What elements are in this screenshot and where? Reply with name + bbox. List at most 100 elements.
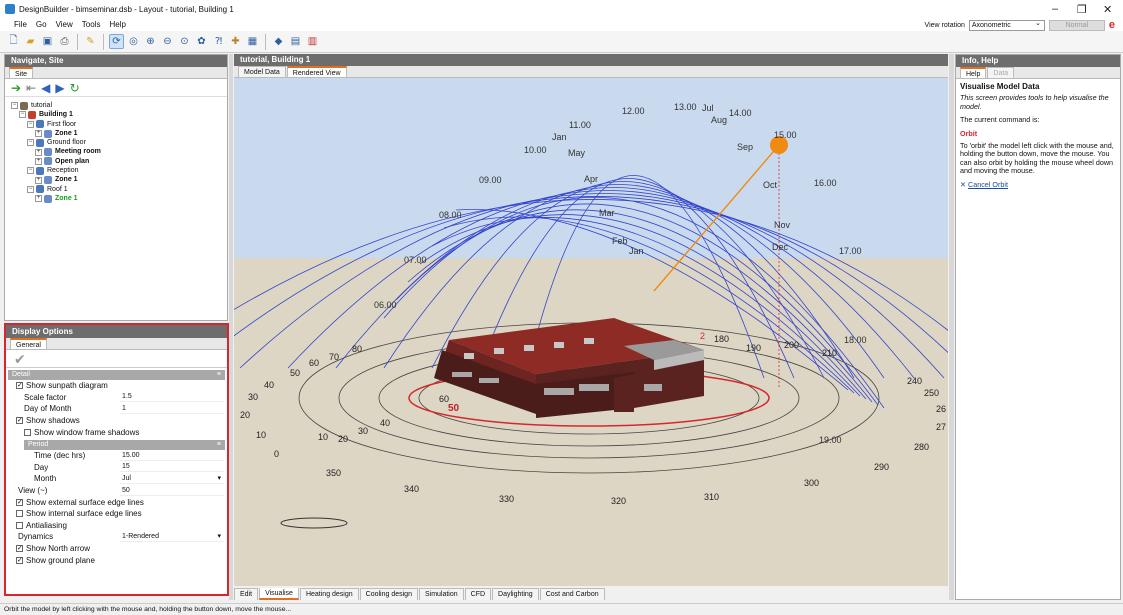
new-file-icon[interactable]: 🗋 — [6, 34, 21, 49]
wizard-icon[interactable]: ✎ — [83, 34, 98, 49]
tree-item-meeting-room[interactable]: + Meeting room — [11, 147, 221, 157]
zoom-icon[interactable]: ◎ — [126, 34, 141, 49]
tab-daylighting[interactable]: Daylighting — [492, 588, 539, 600]
zoom-extents-icon[interactable]: ⊕ — [143, 34, 158, 49]
help-e-icon[interactable]: e — [1109, 19, 1115, 31]
add-icon[interactable]: ➔ — [11, 82, 21, 94]
restore-button[interactable]: ❐ — [1077, 3, 1087, 16]
month-label: Apr — [584, 174, 598, 184]
print-icon[interactable]: ⎙ — [57, 34, 72, 49]
render-icon[interactable]: ◆ — [271, 34, 286, 49]
pan-icon[interactable]: ⊖ — [160, 34, 175, 49]
tab-simulation[interactable]: Simulation — [418, 588, 464, 600]
tab-edit[interactable]: Edit — [234, 588, 259, 600]
tab-model-data[interactable]: Model Data — [238, 66, 286, 77]
period-section-header[interactable]: Period — [24, 439, 225, 450]
tree-item-roof[interactable]: − Roof 1 — [11, 185, 221, 194]
day-of-month-row: Day of Month 1 — [6, 403, 227, 415]
detail-section-header[interactable]: Detail — [8, 370, 225, 380]
int-edges-checkbox[interactable]: Show internal surface edge lines — [6, 508, 227, 520]
forward-icon[interactable]: ▶ — [55, 82, 64, 94]
view-input[interactable]: 50 — [120, 485, 224, 496]
scale-factor-input[interactable]: 1.5 — [120, 392, 224, 403]
info-icon[interactable]: ⁈ — [211, 34, 226, 49]
rendered-view-canvas[interactable]: 06.00 07.00 08.00 09.00 10.00 11.00 12.00 13.00… — [234, 78, 948, 586]
scale-factor-row: Scale factor 1.5 — [6, 392, 227, 404]
day-of-month-input[interactable]: 1 — [120, 403, 224, 414]
menu-help[interactable]: Help — [109, 20, 125, 29]
tab-general[interactable]: General — [10, 338, 47, 349]
tree-item-reception[interactable]: − Reception — [11, 166, 221, 175]
hour-label: 19.00 — [819, 435, 842, 445]
remove-icon[interactable]: ⇤ — [26, 82, 36, 94]
apply-check-icon[interactable]: ✔ — [6, 350, 227, 368]
azimuth-label: 10 — [256, 430, 266, 440]
time-row: Time (dec hrs) 15.00 — [6, 450, 227, 462]
window-frame-shadows-checkbox[interactable]: Show window frame shadows — [6, 426, 227, 438]
show-shadows-checkbox[interactable]: ✓ Show shadows — [6, 415, 227, 427]
hour-label: 14.00 — [729, 108, 752, 118]
cancel-x-icon[interactable]: ✕ — [960, 180, 966, 189]
hour-label: 13.00 — [674, 102, 697, 112]
day-input[interactable]: 15 — [120, 462, 224, 473]
tree-item-tutorial[interactable]: − tutorial — [11, 101, 221, 110]
hour-label: 08.00 — [439, 210, 462, 220]
tree-item-building[interactable]: − Building 1 — [11, 110, 221, 119]
close-button[interactable]: ✕ — [1103, 3, 1112, 16]
tab-visualise[interactable]: Visualise — [259, 588, 299, 600]
options-icon[interactable]: ▥ — [305, 34, 320, 49]
sunpath-scene[interactable]: 06.00 07.00 08.00 09.00 10.00 11.00 12.00 13.00… — [234, 78, 948, 586]
normal-mode-button[interactable]: Normal — [1048, 19, 1105, 31]
azimuth-label: 180 — [714, 334, 729, 344]
minimize-button[interactable]: – — [1052, 3, 1058, 15]
back-icon[interactable]: ◀ — [41, 82, 50, 94]
save-icon[interactable]: ▣ — [40, 34, 55, 49]
tab-data[interactable]: Data — [987, 67, 1015, 78]
view-rotation-select[interactable]: Axonometric — [968, 19, 1045, 31]
show-sunpath-checkbox[interactable]: ✓ Show sunpath diagram — [6, 380, 227, 392]
tree-item-zone[interactable]: + Zone 1 — [11, 175, 221, 185]
menu-view[interactable]: View — [56, 20, 73, 29]
tab-cfd[interactable]: CFD — [464, 588, 492, 600]
tab-rendered-view[interactable]: Rendered View — [286, 66, 347, 77]
month-label: Jan — [552, 132, 567, 142]
ground-plane-checkbox[interactable]: ✓ Show ground plane — [6, 554, 227, 566]
antialiasing-checkbox[interactable]: Antialiasing — [6, 520, 227, 532]
walk-icon[interactable]: ✿ — [194, 34, 209, 49]
month-select[interactable]: Jul — [120, 473, 224, 484]
azimuth-label: 320 — [611, 496, 626, 506]
tab-site[interactable]: Site — [9, 67, 34, 78]
ext-edges-checkbox[interactable]: ✓ Show external surface edge lines — [6, 496, 227, 508]
left-splitter[interactable] — [229, 54, 233, 600]
north-arrow-checkbox[interactable]: ✓ Show North arrow — [6, 543, 227, 555]
tab-help[interactable]: Help — [960, 67, 987, 78]
menu-file[interactable]: File — [14, 20, 27, 29]
tree-item-first-floor[interactable]: − First floor — [11, 120, 221, 129]
component-icon[interactable]: ✚ — [228, 34, 243, 49]
current-command: Orbit — [960, 128, 978, 138]
tab-heating-design[interactable]: Heating design — [299, 588, 359, 600]
time-input[interactable]: 15.00 — [120, 450, 224, 461]
hour-label: 15.00 — [774, 130, 797, 140]
tab-cooling-design[interactable]: Cooling design — [359, 588, 418, 600]
tree-item-open-plan[interactable]: + Open plan — [11, 157, 221, 166]
tree-item-zone[interactable]: + Zone 1 — [11, 194, 221, 203]
image-icon[interactable]: ▦ — [245, 34, 260, 49]
site-toolbar: ➔ ⇤ ◀ ▶ ↻ — [5, 79, 227, 97]
azimuth-label: 210 — [822, 348, 837, 358]
open-folder-icon[interactable]: ▰ — [23, 34, 38, 49]
dynamics-select[interactable]: 1-Rendered — [120, 531, 224, 542]
grid-icon[interactable]: ▤ — [288, 34, 303, 49]
menu-tools[interactable]: Tools — [82, 20, 101, 29]
tree-item-ground-floor[interactable]: − Ground floor — [11, 138, 221, 147]
info-help-panel: Info, Help Help Data Visualise Model Dat… — [955, 54, 1121, 600]
status-bar: Orbit the model by left clicking with th… — [0, 603, 1123, 615]
cancel-orbit-link[interactable]: Cancel Orbit — [968, 180, 1008, 189]
zoom-window-icon[interactable]: ⊙ — [177, 34, 192, 49]
refresh-icon[interactable]: ↻ — [70, 82, 80, 94]
right-splitter[interactable] — [949, 54, 954, 600]
menu-go[interactable]: Go — [36, 20, 47, 29]
tree-item-zone[interactable]: + Zone 1 — [11, 129, 221, 138]
orbit-icon[interactable]: ⟳ — [109, 34, 124, 49]
tab-cost-and-carbon[interactable]: Cost and Carbon — [539, 588, 605, 600]
